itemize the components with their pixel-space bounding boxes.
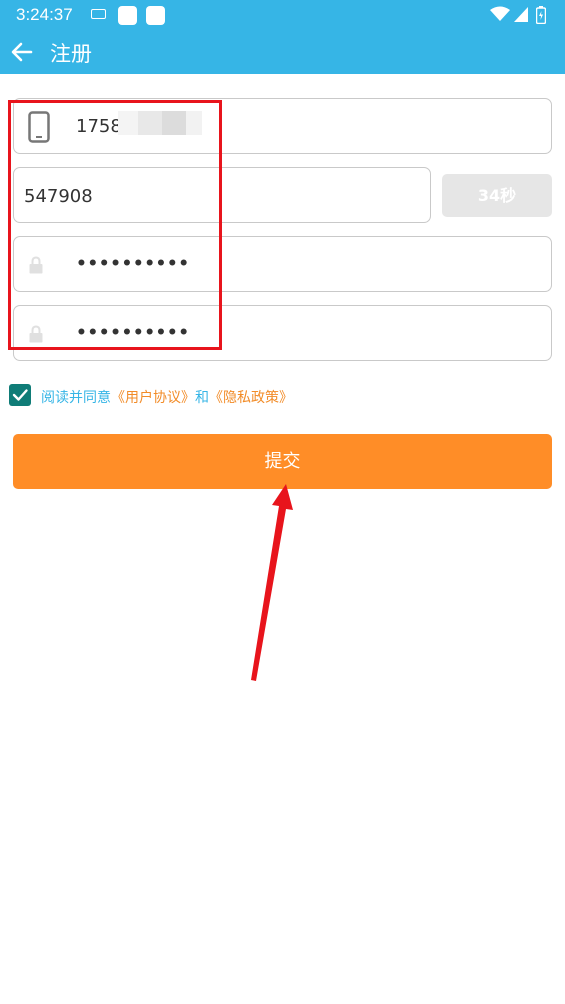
annotation-arrow	[251, 484, 293, 681]
